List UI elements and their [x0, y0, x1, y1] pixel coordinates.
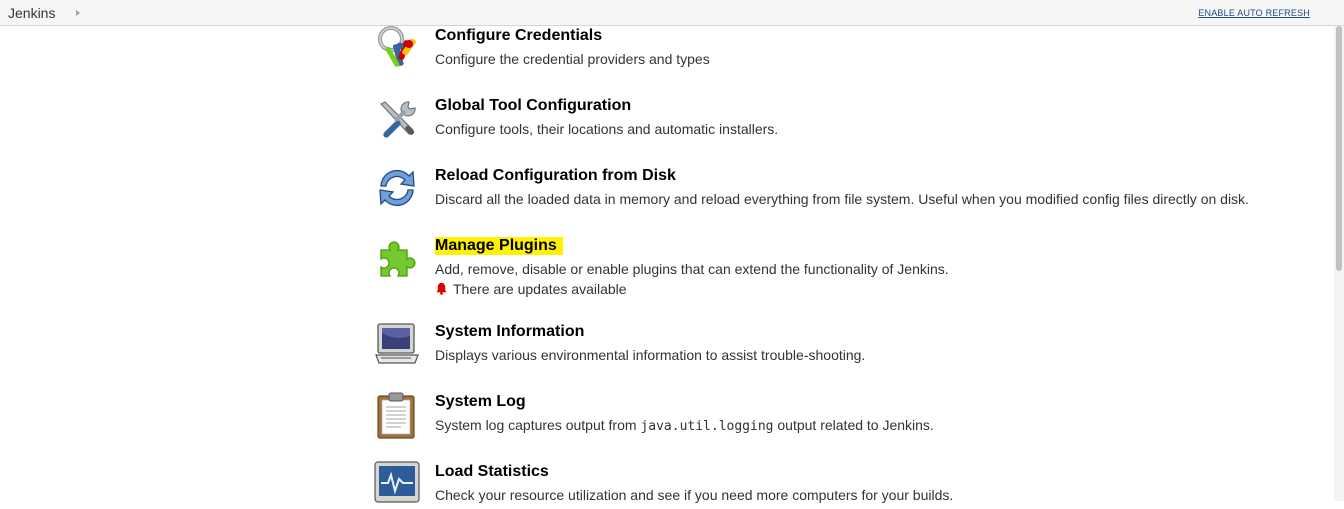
item-title[interactable]: Configure Credentials [435, 27, 602, 45]
item-title[interactable]: System Log [435, 393, 526, 411]
item-description: Discard all the loaded data in memory an… [435, 191, 1249, 207]
updates-notice[interactable]: There are updates available [435, 281, 627, 297]
updates-notice-text: There are updates available [453, 281, 627, 297]
description-text: output related to Jenkins. [777, 417, 934, 433]
item-title[interactable]: Load Statistics [435, 463, 549, 481]
item-description: System log captures output from java.uti… [435, 417, 934, 434]
keys-icon[interactable] [373, 24, 421, 72]
bell-icon [436, 282, 447, 295]
description-text: System log captures output from [435, 417, 637, 433]
manage-item-global-tools[interactable]: Global Tool Configuration Configure tool… [0, 96, 1330, 166]
computer-icon[interactable] [373, 321, 421, 369]
item-description: Displays various environmental informati… [435, 347, 866, 363]
manage-item-reload[interactable]: Reload Configuration from Disk Discard a… [0, 166, 1330, 236]
manage-item-system-info[interactable]: System Information Displays various envi… [0, 322, 1330, 392]
item-description: Configure the credential providers and t… [435, 51, 710, 67]
puzzle-icon[interactable] [373, 236, 421, 284]
page-scrollbar[interactable] [1334, 26, 1344, 501]
item-title[interactable]: Reload Configuration from Disk [435, 167, 676, 185]
manage-item-load-statistics[interactable]: Load Statistics Check your resource util… [0, 461, 1330, 503]
manage-item-plugins[interactable]: Manage Plugins Add, remove, disable or e… [0, 236, 1330, 316]
item-title[interactable]: Manage Plugins [435, 237, 563, 255]
breadcrumb-jenkins[interactable]: Jenkins [8, 5, 55, 21]
clipboard-icon[interactable] [373, 391, 421, 439]
tools-icon[interactable] [373, 96, 421, 144]
item-description: Configure tools, their locations and aut… [435, 121, 779, 137]
manage-item-system-log[interactable]: System Log System log captures output fr… [0, 392, 1330, 462]
breadcrumb-bar: Jenkins ENABLE AUTO REFRESH [0, 0, 1344, 26]
manage-item-credentials[interactable]: Configure Credentials Configure the cred… [0, 26, 1330, 96]
item-title[interactable]: System Information [435, 323, 584, 341]
scrollbar-thumb[interactable] [1336, 26, 1342, 271]
item-description: Add, remove, disable or enable plugins t… [435, 261, 949, 277]
reload-icon[interactable] [373, 164, 421, 212]
description-code: java.util.logging [640, 419, 774, 434]
monitor-graph-icon[interactable] [373, 461, 421, 509]
enable-auto-refresh-link[interactable]: ENABLE AUTO REFRESH [1198, 8, 1310, 18]
breadcrumb-chevron-icon[interactable] [76, 10, 80, 16]
item-title[interactable]: Global Tool Configuration [435, 97, 631, 115]
